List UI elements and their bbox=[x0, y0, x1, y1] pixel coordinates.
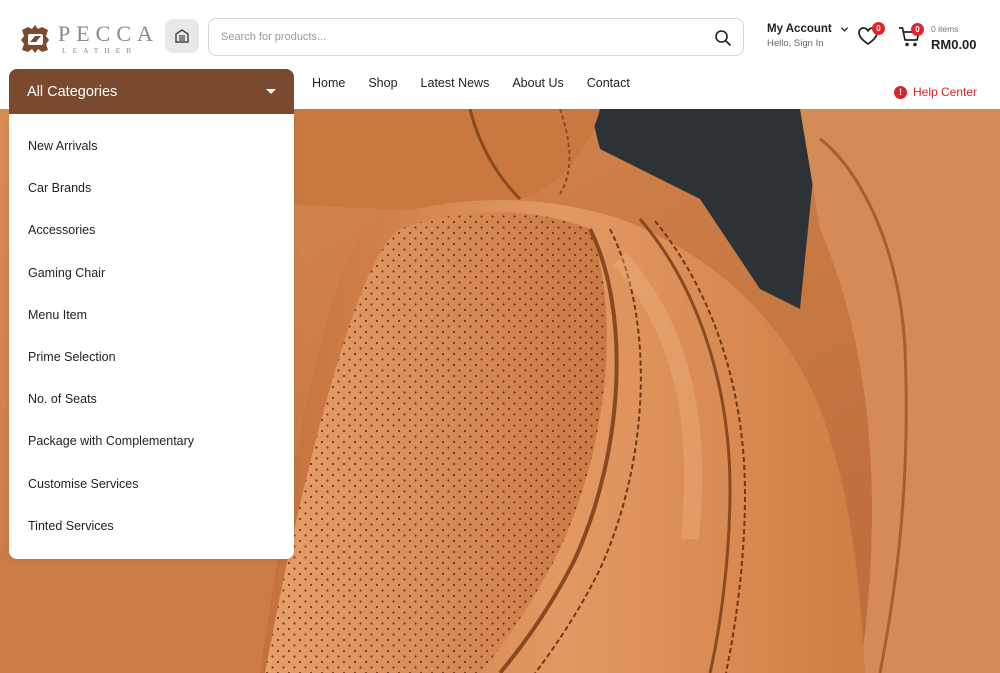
category-gaming-chair[interactable]: Gaming Chair bbox=[9, 263, 294, 305]
wishlist-count-badge: 0 bbox=[872, 22, 885, 35]
account-title: My Account bbox=[767, 23, 832, 35]
chevron-down-icon bbox=[840, 26, 848, 32]
main-nav: Home Shop Latest News About Us Contact bbox=[312, 76, 653, 90]
wishlist-button[interactable]: 0 bbox=[857, 22, 885, 47]
site-header: PECCA LEATHER My Account Hello, Sign In bbox=[0, 0, 1000, 72]
nav-home[interactable]: Home bbox=[312, 76, 345, 90]
account-menu[interactable]: My Account Hello, Sign In bbox=[767, 23, 849, 49]
account-subtitle: Hello, Sign In bbox=[767, 38, 824, 49]
category-menu-item[interactable]: Menu Item bbox=[9, 305, 294, 347]
brand-name: PECCA bbox=[58, 21, 159, 46]
cart-button[interactable]: 0 bbox=[898, 23, 924, 49]
category-new-arrivals[interactable]: New Arrivals bbox=[9, 136, 294, 178]
nav-about-us[interactable]: About Us bbox=[512, 76, 563, 90]
brand-tagline: LEATHER bbox=[62, 46, 138, 55]
help-center-label: Help Center bbox=[913, 85, 978, 99]
category-package-with-complementary[interactable]: Package with Complementary bbox=[9, 431, 294, 473]
leather-hide-icon bbox=[21, 25, 49, 53]
cart-count-badge: 0 bbox=[911, 23, 924, 36]
all-categories-label: All Categories bbox=[27, 83, 118, 100]
category-customise-services[interactable]: Customise Services bbox=[9, 474, 294, 516]
search-bar bbox=[208, 18, 744, 56]
category-tinted-services[interactable]: Tinted Services bbox=[9, 516, 294, 558]
nav-shop[interactable]: Shop bbox=[368, 76, 397, 90]
brand-logo[interactable]: PECCA LEATHER bbox=[18, 22, 159, 56]
all-categories-toggle[interactable]: All Categories bbox=[9, 69, 294, 114]
category-car-brands[interactable]: Car Brands bbox=[9, 178, 294, 220]
store-icon bbox=[175, 29, 189, 43]
nav-latest-news[interactable]: Latest News bbox=[421, 76, 490, 90]
cart-total: RM0.00 bbox=[931, 37, 977, 52]
store-button[interactable] bbox=[165, 19, 199, 53]
caret-down-icon bbox=[266, 89, 276, 94]
help-center-link[interactable]: ! Help Center bbox=[894, 85, 977, 99]
category-accessories[interactable]: Accessories bbox=[9, 220, 294, 262]
nav-contact[interactable]: Contact bbox=[587, 76, 630, 90]
categories-menu: New Arrivals Car Brands Accessories Gami… bbox=[9, 114, 294, 559]
info-icon: ! bbox=[894, 85, 907, 99]
cart-summary[interactable]: 0 items RM0.00 bbox=[931, 24, 977, 52]
search-icon[interactable] bbox=[713, 28, 733, 48]
category-prime-selection[interactable]: Prime Selection bbox=[9, 347, 294, 389]
cart-items-count: 0 items bbox=[931, 24, 959, 34]
search-input[interactable] bbox=[221, 19, 701, 55]
category-no-of-seats[interactable]: No. of Seats bbox=[9, 389, 294, 431]
